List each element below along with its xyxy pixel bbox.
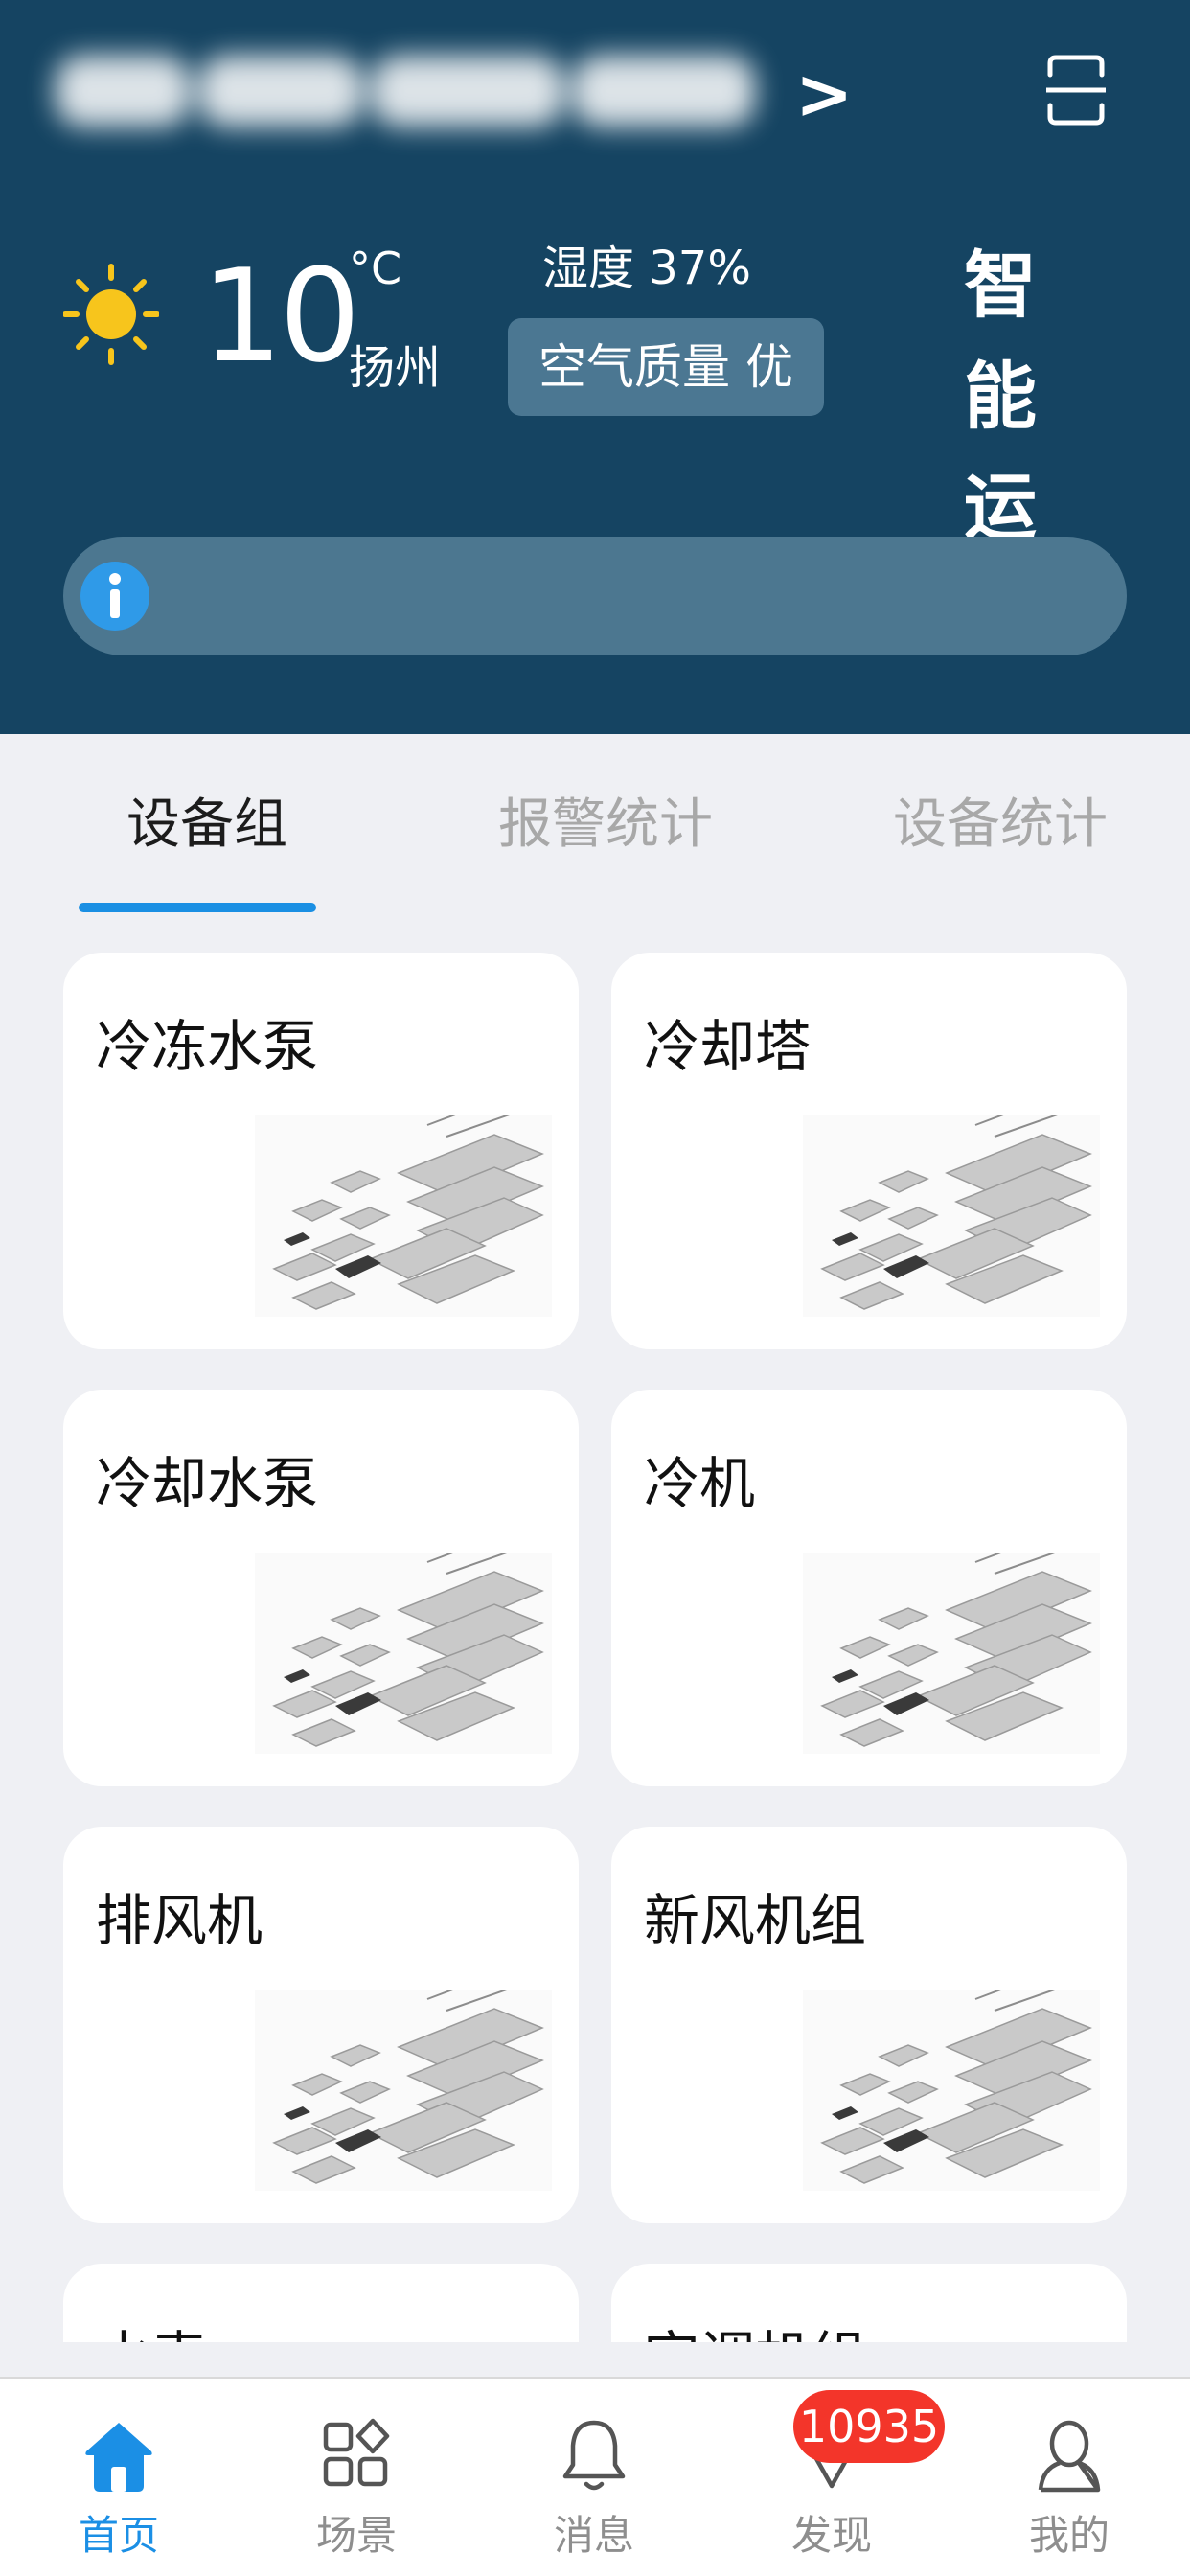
device-group-card[interactable]: 冷冻水泵 (63, 953, 579, 1349)
nav-label: 发现 (790, 2512, 872, 2559)
nav-label: 我的 (1028, 2512, 1110, 2559)
temperature-unit: °C (349, 242, 402, 294)
device-group-grid: 冷冻水泵 冷却塔 冷却水泵 冷机 排风机 新风机组 (0, 953, 1190, 2342)
device-group-title: 冷却塔 (644, 1014, 812, 1079)
home-icon (82, 2415, 155, 2496)
equipment-illustration-icon (803, 1969, 1100, 2191)
equipment-illustration-icon (255, 1095, 552, 1317)
smart-ops-line-1: 智能 (964, 242, 1037, 439)
nav-item-scenes[interactable]: 场景 (238, 2379, 475, 2576)
device-group-title: 冷冻水泵 (96, 1014, 319, 1079)
nav-item-messages[interactable]: 消息 (475, 2379, 713, 2576)
device-group-title: 冷机 (644, 1451, 756, 1516)
equipment-illustration-icon (255, 1969, 552, 2191)
device-group-card[interactable]: 冷却水泵 (63, 1390, 579, 1786)
device-group-card[interactable]: 空调机组 (611, 2264, 1127, 2342)
device-group-title: 冷却水泵 (96, 1451, 319, 1516)
device-group-card[interactable]: 冷机 (611, 1390, 1127, 1786)
bell-icon (558, 2415, 630, 2496)
equipment-illustration-icon (255, 1532, 552, 1754)
nav-label: 场景 (315, 2512, 397, 2559)
nav-label: 首页 (78, 2512, 159, 2559)
notice-bar[interactable] (63, 537, 1127, 656)
device-group-card[interactable]: 水表 (63, 2264, 579, 2342)
nav-item-home[interactable]: 首页 (0, 2379, 238, 2576)
nav-item-profile[interactable]: 我的 (950, 2379, 1188, 2576)
city-name: 扬州 (349, 341, 442, 395)
sun-icon (62, 261, 160, 368)
device-group-title: 空调机组 (644, 2321, 866, 2342)
discover-notification-badge: 10935 (793, 2390, 945, 2463)
device-group-title: 排风机 (96, 1888, 263, 1953)
temperature-value: 10 (201, 242, 361, 391)
active-tab-indicator (79, 903, 316, 912)
user-icon (1033, 2415, 1106, 2496)
device-group-title: 新风机组 (644, 1888, 867, 1953)
tab-bar: 设备组 报警统计 设备统计 (0, 734, 1190, 926)
air-quality-badge: 空气质量 优 (508, 318, 824, 416)
tab-device-groups[interactable]: 设备组 (126, 787, 287, 863)
grid-icon (320, 2415, 393, 2496)
device-group-card[interactable]: 冷却塔 (611, 953, 1127, 1349)
tab-device-stats[interactable]: 设备统计 (893, 787, 1108, 863)
header: > 10 °C 扬州 湿度 37% 空气质量 优 智能 运 (0, 0, 1190, 734)
project-name-blurred[interactable] (56, 38, 765, 144)
device-group-title: 水表 (96, 2321, 207, 2342)
tab-alarm-stats[interactable]: 报警统计 (498, 787, 713, 863)
equipment-illustration-icon (803, 1095, 1100, 1317)
nav-label: 消息 (553, 2512, 634, 2559)
equipment-illustration-icon (803, 1532, 1100, 1754)
scan-icon[interactable] (1043, 54, 1109, 126)
device-group-card[interactable]: 新风机组 (611, 1827, 1127, 2223)
info-icon (77, 558, 153, 634)
humidity-text: 湿度 37% (542, 242, 751, 295)
bottom-navigation: 首页 场景 消息 发现 我的 (0, 2377, 1190, 2576)
device-group-card[interactable]: 排风机 (63, 1827, 579, 2223)
project-switch-arrow[interactable]: > (795, 59, 853, 128)
